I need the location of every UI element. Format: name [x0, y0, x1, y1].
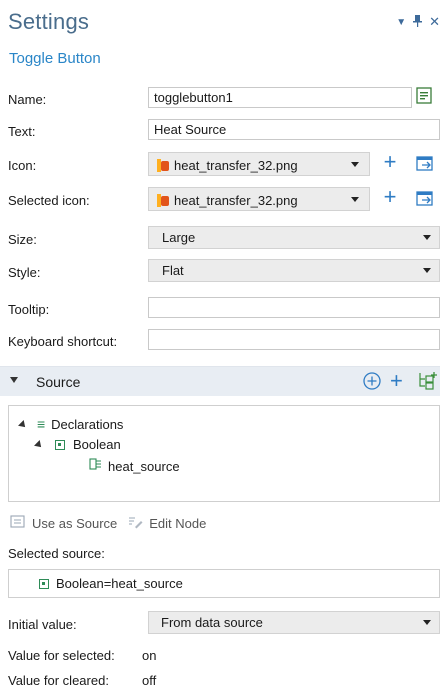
source-section-title: Source: [36, 374, 81, 390]
chevron-down-icon: [423, 268, 431, 273]
tree-label-declarations: Declarations: [51, 416, 124, 432]
chevron-down-icon: [423, 620, 431, 625]
chevron-down-icon: [351, 197, 359, 202]
style-select[interactable]: Flat: [148, 259, 440, 282]
tooltip-label: Tooltip:: [8, 302, 50, 317]
expand-icon[interactable]: [34, 440, 44, 450]
boolean-icon: [39, 579, 49, 589]
initial-value-select-value: From data source: [161, 615, 263, 630]
name-label: Name:: [8, 92, 47, 107]
browse-icon[interactable]: [414, 188, 436, 210]
selected-icon-select[interactable]: heat_transfer_32.png: [148, 187, 370, 211]
source-toolbar: Use as Source Edit Node: [10, 514, 206, 533]
chevron-down-icon[interactable]: ▼: [396, 17, 406, 28]
use-as-source-button[interactable]: Use as Source: [32, 516, 117, 531]
pin-icon[interactable]: [413, 14, 423, 30]
collapse-icon[interactable]: [10, 377, 18, 383]
tree-label-boolean: Boolean: [73, 437, 121, 452]
expand-icon[interactable]: [18, 419, 28, 430]
edit-node-icon: [127, 514, 143, 533]
keyboard-shortcut-field[interactable]: [148, 329, 440, 350]
selected-source-box: Boolean=heat_source: [8, 569, 440, 598]
text-field[interactable]: Heat Source: [148, 119, 440, 140]
add-circle-icon[interactable]: [362, 371, 382, 394]
add-icon-button[interactable]: +: [379, 151, 401, 174]
selected-icon-label: Selected icon:: [8, 193, 90, 208]
boolean-icon: [55, 439, 65, 450]
initial-value-select[interactable]: From data source: [148, 611, 440, 634]
tooltip-field[interactable]: [148, 297, 440, 318]
style-select-value: Flat: [162, 263, 184, 278]
source-section-header[interactable]: Source +: [0, 366, 440, 396]
settings-title: Settings: [8, 9, 90, 34]
edit-name-icon[interactable]: [414, 85, 436, 107]
size-select-value: Large: [162, 230, 196, 245]
browse-icon[interactable]: [414, 153, 436, 175]
tree-node-icon[interactable]: [417, 371, 439, 394]
add-selected-icon-button[interactable]: +: [379, 186, 401, 209]
selected-source-label: Selected source:: [8, 546, 105, 561]
tree-row-boolean[interactable]: Boolean: [34, 437, 121, 452]
tree-row-declarations[interactable]: ≡ Declarations: [18, 416, 124, 432]
icon-label: Icon:: [8, 158, 37, 173]
name-field[interactable]: togglebutton1: [148, 87, 412, 108]
value-cleared-value: off: [142, 673, 157, 688]
style-label: Style:: [8, 265, 41, 280]
source-tree: ≡ Declarations Boolean heat_source: [8, 405, 440, 502]
icon-select[interactable]: heat_transfer_32.png: [148, 152, 370, 176]
tree-label-heat-source: heat_source: [108, 458, 180, 474]
heat-transfer-icon: [157, 159, 169, 172]
value-cleared-label: Value for cleared:: [8, 673, 109, 688]
selected-source-value: Boolean=heat_source: [56, 576, 183, 591]
list-icon: ≡: [37, 416, 46, 432]
size-select[interactable]: Large: [148, 226, 440, 249]
close-icon[interactable]: ✕: [429, 14, 440, 30]
heat-transfer-icon: [157, 194, 169, 207]
keyboard-shortcut-label: Keyboard shortcut:: [8, 334, 118, 349]
value-selected-value: on: [142, 648, 157, 663]
window-controls: ▼ ✕: [396, 14, 440, 30]
text-label: Text:: [8, 124, 36, 139]
chevron-down-icon: [351, 162, 359, 167]
variable-icon: [89, 458, 102, 474]
use-as-source-icon: [10, 514, 26, 533]
add-icon[interactable]: +: [390, 368, 403, 394]
selected-icon-select-value: heat_transfer_32.png: [174, 193, 298, 208]
edit-node-button[interactable]: Edit Node: [149, 516, 206, 531]
icon-select-value: heat_transfer_32.png: [174, 158, 298, 173]
size-label: Size:: [8, 232, 37, 247]
settings-subtitle: Toggle Button: [9, 50, 101, 67]
value-selected-label: Value for selected:: [8, 648, 115, 663]
chevron-down-icon: [423, 235, 431, 240]
tree-row-heat-source[interactable]: heat_source: [89, 458, 180, 474]
initial-value-label: Initial value:: [8, 617, 77, 632]
